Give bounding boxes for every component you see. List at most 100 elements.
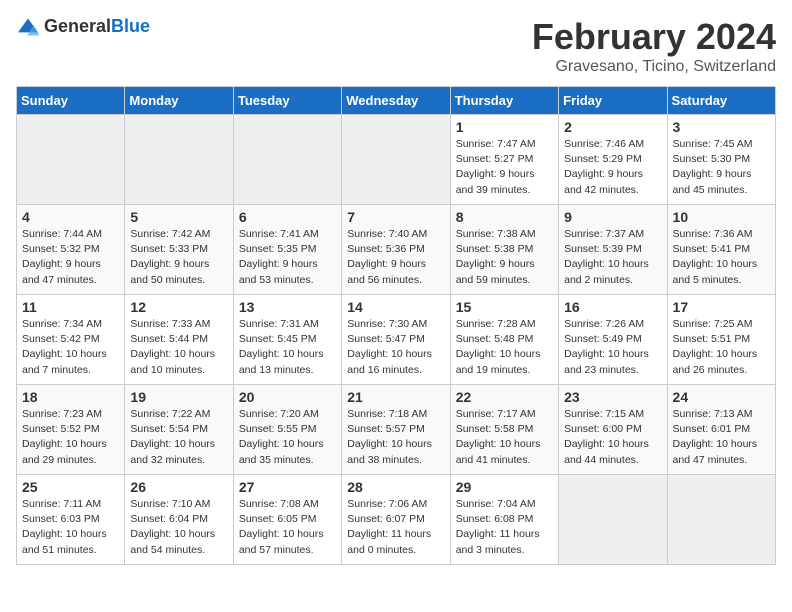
day-number: 11 [22, 299, 119, 315]
logo: GeneralBlue [16, 16, 150, 37]
calendar-cell: 23Sunrise: 7:15 AMSunset: 6:00 PMDayligh… [559, 385, 667, 475]
calendar-cell: 25Sunrise: 7:11 AMSunset: 6:03 PMDayligh… [17, 475, 125, 565]
header: GeneralBlue February 2024 Gravesano, Tic… [16, 16, 776, 76]
calendar-cell: 13 Sunrise: 7:31 AMSunset: 5:45 PMDayligh… [233, 295, 341, 385]
day-info: Sunrise: 7:38 AMSunset: 5:38 PMDaylight:… [456, 227, 553, 288]
calendar-cell: 6 Sunrise: 7:41 AMSunset: 5:35 PMDaylight… [233, 205, 341, 295]
calendar-cell: 9 Sunrise: 7:37 AMSunset: 5:39 PMDaylight… [559, 205, 667, 295]
day-number: 26 [130, 479, 227, 495]
day-info: Sunrise: 7:26 AMSunset: 5:49 PMDaylight:… [564, 317, 661, 378]
day-number: 18 [22, 389, 119, 405]
calendar-cell: 26 Sunrise: 7:10 AMSunset: 6:04 PMDayligh… [125, 475, 233, 565]
day-number: 22 [456, 389, 553, 405]
calendar-cell: 8Sunrise: 7:38 AMSunset: 5:38 PMDaylight… [450, 205, 558, 295]
day-number: 9 [564, 209, 661, 225]
day-info: Sunrise: 7:36 AMSunset: 5:41 PMDaylight:… [673, 227, 770, 288]
day-info: Sunrise: 7:18 AMSunset: 5:57 PMDaylight:… [347, 407, 444, 468]
calendar-cell [125, 115, 233, 205]
calendar-week-row: 1 Sunrise: 7:47 AMSunset: 5:27 PMDaylight… [17, 115, 776, 205]
day-info: Sunrise: 7:04 AMSunset: 6:08 PMDaylight:… [456, 497, 553, 558]
day-number: 4 [22, 209, 119, 225]
day-info: Sunrise: 7:15 AMSunset: 6:00 PMDaylight:… [564, 407, 661, 468]
day-info: Sunrise: 7:13 AMSunset: 6:01 PMDaylight:… [673, 407, 770, 468]
calendar-cell: 1 Sunrise: 7:47 AMSunset: 5:27 PMDaylight… [450, 115, 558, 205]
day-info: Sunrise: 7:45 AMSunset: 5:30 PMDaylight:… [673, 137, 770, 198]
day-number: 15 [456, 299, 553, 315]
calendar-cell [667, 475, 775, 565]
day-number: 13 [239, 299, 336, 315]
day-info: Sunrise: 7:42 AMSunset: 5:33 PMDaylight:… [130, 227, 227, 288]
calendar-cell: 16 Sunrise: 7:26 AMSunset: 5:49 PMDayligh… [559, 295, 667, 385]
calendar-cell: 29 Sunrise: 7:04 AMSunset: 6:08 PMDayligh… [450, 475, 558, 565]
calendar-cell: 12 Sunrise: 7:33 AMSunset: 5:44 PMDayligh… [125, 295, 233, 385]
title-block: February 2024 Gravesano, Ticino, Switzer… [532, 16, 776, 76]
calendar-week-row: 25Sunrise: 7:11 AMSunset: 6:03 PMDayligh… [17, 475, 776, 565]
calendar-table: SundayMondayTuesdayWednesdayThursdayFrid… [16, 86, 776, 565]
day-info: Sunrise: 7:10 AMSunset: 6:04 PMDaylight:… [130, 497, 227, 558]
day-info: Sunrise: 7:40 AMSunset: 5:36 PMDaylight:… [347, 227, 444, 288]
day-info: Sunrise: 7:23 AMSunset: 5:52 PMDaylight:… [22, 407, 119, 468]
calendar-cell: 18 Sunrise: 7:23 AMSunset: 5:52 PMDayligh… [17, 385, 125, 475]
day-info: Sunrise: 7:37 AMSunset: 5:39 PMDaylight:… [564, 227, 661, 288]
day-number: 7 [347, 209, 444, 225]
day-number: 10 [673, 209, 770, 225]
day-number: 2 [564, 119, 661, 135]
day-number: 6 [239, 209, 336, 225]
day-number: 21 [347, 389, 444, 405]
day-number: 12 [130, 299, 227, 315]
calendar-cell [17, 115, 125, 205]
calendar-cell: 4 Sunrise: 7:44 AMSunset: 5:32 PMDaylight… [17, 205, 125, 295]
day-info: Sunrise: 7:17 AMSunset: 5:58 PMDaylight:… [456, 407, 553, 468]
calendar-cell: 24 Sunrise: 7:13 AMSunset: 6:01 PMDayligh… [667, 385, 775, 475]
day-of-week-header: Tuesday [233, 87, 341, 115]
calendar-cell [559, 475, 667, 565]
day-info: Sunrise: 7:20 AMSunset: 5:55 PMDaylight:… [239, 407, 336, 468]
logo-blue-text: Blue [111, 16, 150, 36]
month-year-title: February 2024 [532, 16, 776, 58]
day-number: 17 [673, 299, 770, 315]
day-number: 5 [130, 209, 227, 225]
day-info: Sunrise: 7:46 AMSunset: 5:29 PMDaylight:… [564, 137, 661, 198]
day-info: Sunrise: 7:47 AMSunset: 5:27 PMDaylight:… [456, 137, 553, 198]
day-info: Sunrise: 7:31 AMSunset: 5:45 PMDaylight:… [239, 317, 336, 378]
calendar-cell: 14Sunrise: 7:30 AMSunset: 5:47 PMDayligh… [342, 295, 450, 385]
day-of-week-header: Thursday [450, 87, 558, 115]
calendar-week-row: 4 Sunrise: 7:44 AMSunset: 5:32 PMDaylight… [17, 205, 776, 295]
calendar-cell [342, 115, 450, 205]
day-number: 14 [347, 299, 444, 315]
calendar-cell: 20 Sunrise: 7:20 AMSunset: 5:55 PMDayligh… [233, 385, 341, 475]
day-number: 24 [673, 389, 770, 405]
day-info: Sunrise: 7:08 AMSunset: 6:05 PMDaylight:… [239, 497, 336, 558]
calendar-cell: 21 Sunrise: 7:18 AMSunset: 5:57 PMDayligh… [342, 385, 450, 475]
day-of-week-header: Sunday [17, 87, 125, 115]
day-number: 29 [456, 479, 553, 495]
day-number: 19 [130, 389, 227, 405]
day-number: 25 [22, 479, 119, 495]
day-of-week-header: Wednesday [342, 87, 450, 115]
calendar-cell: 15 Sunrise: 7:28 AMSunset: 5:48 PMDayligh… [450, 295, 558, 385]
calendar-week-row: 18 Sunrise: 7:23 AMSunset: 5:52 PMDayligh… [17, 385, 776, 475]
day-info: Sunrise: 7:41 AMSunset: 5:35 PMDaylight:… [239, 227, 336, 288]
calendar-week-row: 11Sunrise: 7:34 AMSunset: 5:42 PMDayligh… [17, 295, 776, 385]
calendar-cell: 11Sunrise: 7:34 AMSunset: 5:42 PMDayligh… [17, 295, 125, 385]
calendar-cell: 22 Sunrise: 7:17 AMSunset: 5:58 PMDayligh… [450, 385, 558, 475]
location-subtitle: Gravesano, Ticino, Switzerland [532, 58, 776, 76]
day-number: 16 [564, 299, 661, 315]
day-info: Sunrise: 7:06 AMSunset: 6:07 PMDaylight:… [347, 497, 444, 558]
calendar-cell: 17 Sunrise: 7:25 AMSunset: 5:51 PMDayligh… [667, 295, 775, 385]
calendar-cell: 3Sunrise: 7:45 AMSunset: 5:30 PMDaylight… [667, 115, 775, 205]
day-number: 1 [456, 119, 553, 135]
calendar-cell: 2 Sunrise: 7:46 AMSunset: 5:29 PMDaylight… [559, 115, 667, 205]
logo-icon [16, 17, 40, 37]
calendar-cell: 10 Sunrise: 7:36 AMSunset: 5:41 PMDayligh… [667, 205, 775, 295]
day-info: Sunrise: 7:33 AMSunset: 5:44 PMDaylight:… [130, 317, 227, 378]
calendar-cell: 7 Sunrise: 7:40 AMSunset: 5:36 PMDaylight… [342, 205, 450, 295]
day-number: 27 [239, 479, 336, 495]
day-number: 20 [239, 389, 336, 405]
day-info: Sunrise: 7:25 AMSunset: 5:51 PMDaylight:… [673, 317, 770, 378]
logo-text: GeneralBlue [44, 16, 150, 37]
day-of-week-header: Saturday [667, 87, 775, 115]
day-info: Sunrise: 7:28 AMSunset: 5:48 PMDaylight:… [456, 317, 553, 378]
day-info: Sunrise: 7:44 AMSunset: 5:32 PMDaylight:… [22, 227, 119, 288]
day-of-week-header: Monday [125, 87, 233, 115]
